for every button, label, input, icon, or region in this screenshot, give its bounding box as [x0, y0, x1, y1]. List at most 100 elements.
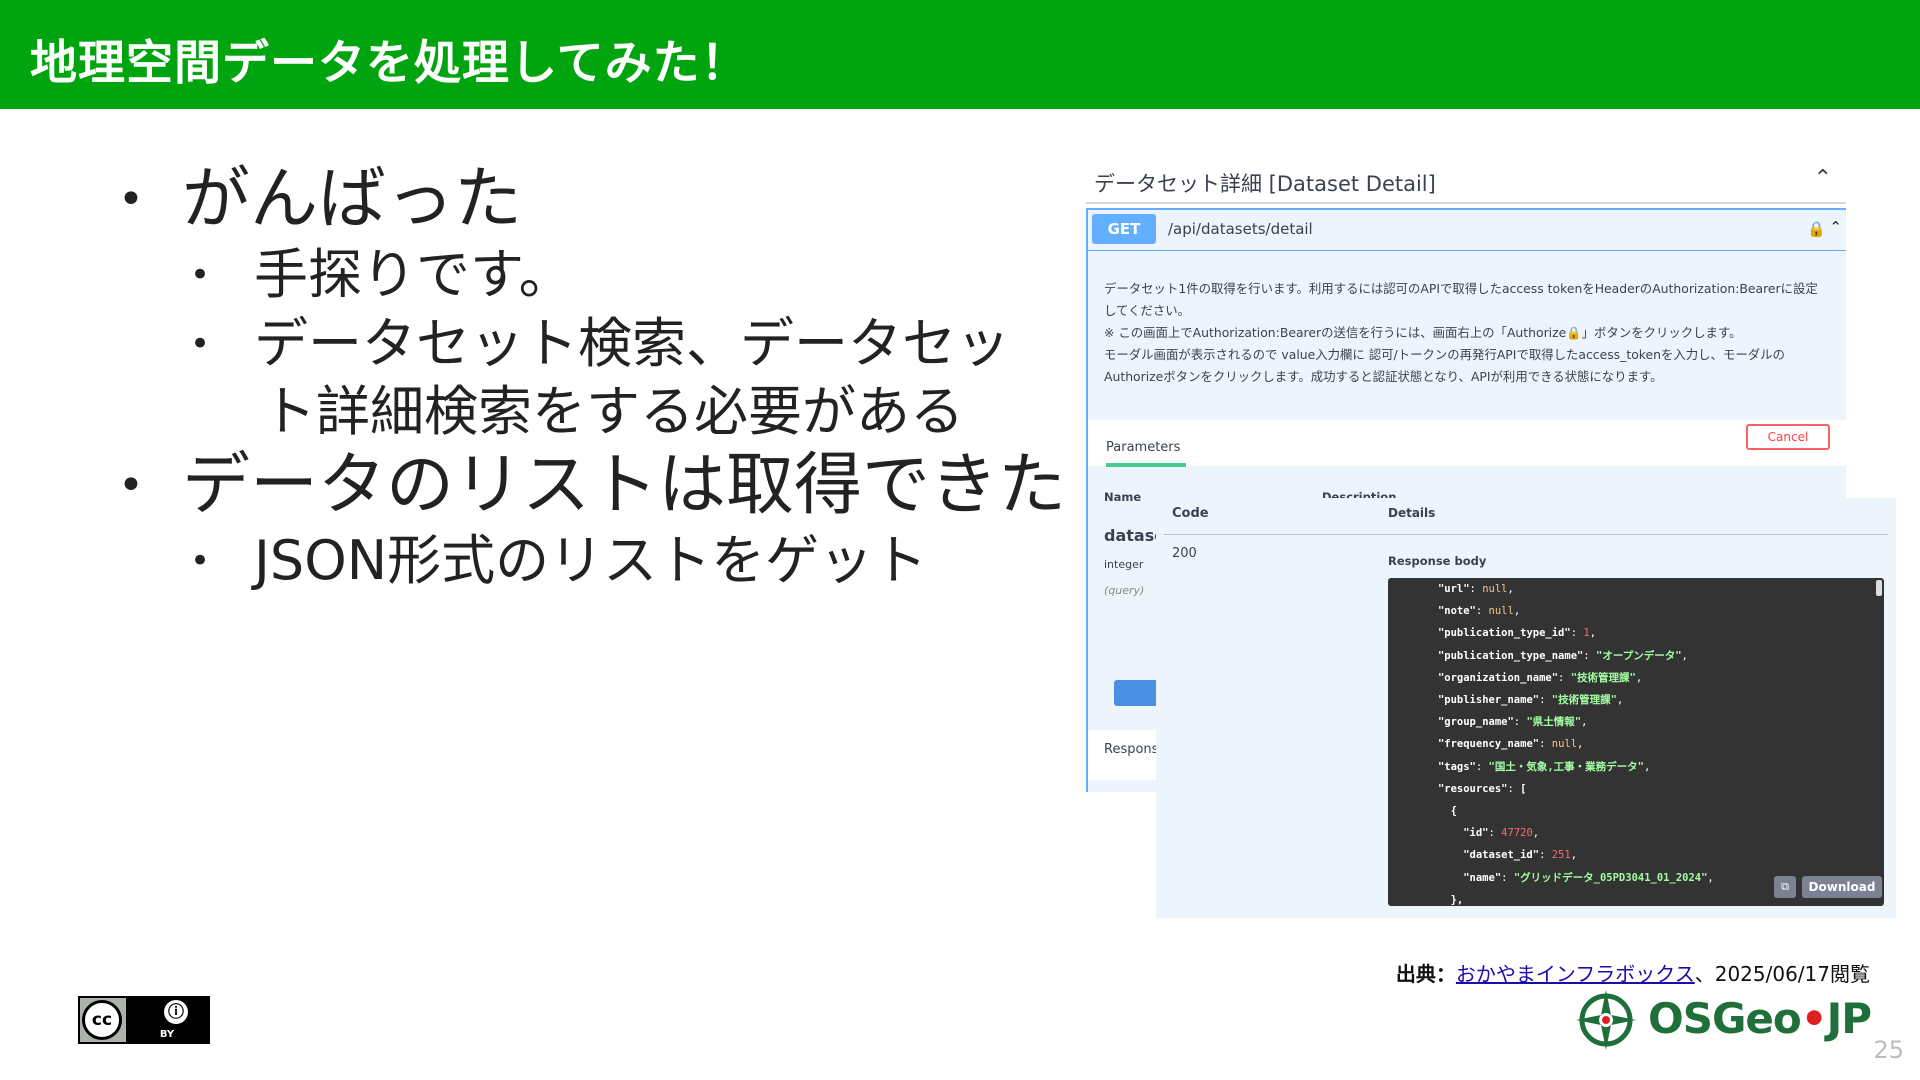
cancel-button[interactable]: Cancel: [1746, 424, 1830, 450]
section-title: データセット詳細 [Dataset Detail]: [1094, 172, 1436, 196]
slide-title: 地理空間データを処理してみた！: [30, 36, 749, 91]
code-line: "publisher_name": "技術管理課",: [1388, 689, 1884, 711]
code-line: "publication_type_id": 1,: [1388, 622, 1884, 644]
code-lines: "url": null, "note": null, "publication_…: [1388, 578, 1884, 906]
code-value: "グリッドデータ_05PD3041_01_2024": [1513, 871, 1708, 884]
responses-label: Respons: [1104, 742, 1159, 757]
download-button[interactable]: Download: [1802, 876, 1882, 898]
code-line: "group_name": "県土情報",: [1388, 711, 1884, 733]
logo-dot: •: [1800, 994, 1828, 1043]
source-citation: 出典：おかやまインフラボックス、2025/06/17閲覧: [1396, 958, 1870, 987]
response-panel: Code Details 200 Response body "url": nu…: [1156, 498, 1896, 918]
parameter-type: integer: [1104, 558, 1144, 571]
source-date: 、2025/06/17閲覧: [1694, 962, 1870, 986]
description-line: してください。: [1104, 303, 1190, 318]
code-value: "国土・気象,工事・業務データ": [1488, 760, 1644, 773]
chevron-up-icon[interactable]: ⌃: [1814, 166, 1832, 191]
bullet-item: がんばった: [110, 160, 1060, 240]
lock-icon[interactable]: 🔒: [1807, 220, 1826, 238]
code-key: "tags": [1437, 760, 1476, 773]
code-line: "dataset_id": 251,: [1388, 844, 1884, 866]
code-key: "name": [1463, 871, 1502, 884]
bullet-item: データのリストは取得できた: [110, 446, 1066, 526]
by-panel: ⓘ BY: [126, 998, 208, 1042]
code-key: "publisher_name": [1437, 694, 1540, 707]
tab-parameters[interactable]: Parameters: [1106, 440, 1186, 467]
sub-bullet-text: データセット検索、データセッ: [254, 312, 1010, 375]
code-key: "id": [1463, 827, 1489, 840]
code-line: "resources": [: [1388, 778, 1884, 800]
by-label: BY: [159, 1029, 175, 1040]
code-value: "技術管理課": [1570, 671, 1636, 684]
swagger-section-header[interactable]: データセット詳細 [Dataset Detail] ⌃: [1086, 160, 1846, 204]
code-value: {: [1450, 805, 1457, 818]
parameter-location: (query): [1104, 584, 1145, 597]
compass-icon: [1576, 990, 1636, 1050]
logo-text: OSGeo•JP: [1648, 994, 1872, 1043]
response-body-label: Response body: [1388, 554, 1487, 568]
cc-by-license-icon: cc ⓘ BY: [78, 996, 210, 1044]
code-value: [: [1520, 782, 1527, 795]
operation-summary[interactable]: GET /api/datasets/detail 🔒 ⌃: [1088, 210, 1846, 251]
column-header-name: Name: [1104, 490, 1142, 504]
scrollbar[interactable]: [1876, 580, 1882, 596]
slide-header: 地理空間データを処理してみた！: [0, 0, 1920, 109]
code-line: "note": null,: [1388, 600, 1884, 622]
code-key: "publication_type_id": [1437, 627, 1571, 640]
description-line: ※ この画面上でAuthorization:Bearerの送信を行うには、画面右…: [1104, 325, 1742, 340]
http-method-badge: GET: [1092, 214, 1156, 244]
code-key: "organization_name": [1437, 671, 1559, 684]
code-line: "tags": "国土・気象,工事・業務データ",: [1388, 756, 1884, 778]
parameters-bar: Parameters: [1088, 420, 1846, 467]
code-key: "group_name": [1437, 716, 1514, 729]
code-key: "url": [1437, 583, 1470, 595]
sub-bullet-item: データセット検索、データセッ ト詳細検索をする必要がある: [110, 310, 1060, 446]
code-line: "url": null,: [1388, 578, 1884, 600]
code-value: "県土情報": [1526, 716, 1582, 729]
cc-icon: cc: [82, 1000, 122, 1040]
code-value: 1: [1583, 627, 1590, 640]
description-line: Authorizeボタンをクリックします。成功すると認証状態となり、APIが利用…: [1104, 369, 1663, 384]
code-key: "resources": [1437, 782, 1508, 795]
column-header-code: Code: [1172, 506, 1209, 521]
source-label: 出典：: [1395, 962, 1456, 986]
code-value: "オープンデータ": [1596, 649, 1682, 662]
code-value: 47720: [1501, 827, 1533, 840]
code-key: "dataset_id": [1463, 849, 1540, 862]
source-link[interactable]: おかやまインフラボックス: [1456, 962, 1695, 986]
sub-bullet-item: 手探りです。: [110, 240, 1060, 310]
sub-bullet-text: ト詳細検索をする必要がある: [262, 380, 964, 443]
code-key: "publication_type_name": [1437, 649, 1584, 662]
divider: [1164, 534, 1888, 535]
person-icon: ⓘ: [164, 1000, 188, 1024]
code-line: "organization_name": "技術管理課",: [1388, 667, 1884, 689]
copy-icon[interactable]: ⧉: [1774, 876, 1796, 898]
description-line: モーダル画面が表示されるので value入力欄に 認可/トークンの再発行APIで…: [1104, 347, 1785, 362]
code-value: null: [1488, 605, 1514, 618]
page-number: 25: [1873, 1036, 1904, 1064]
description-line: データセット1件の取得を行います。利用するには認可のAPIで取得したaccess…: [1104, 281, 1818, 296]
osgeo-jp-logo: OSGeo•JP: [1574, 988, 1872, 1054]
response-status-code: 200: [1172, 546, 1197, 561]
code-key: "frequency_name": [1437, 738, 1540, 751]
code-value: },: [1450, 893, 1464, 906]
code-value: null: [1551, 738, 1578, 751]
response-body-code[interactable]: "url": null, "note": null, "publication_…: [1388, 578, 1884, 906]
operation-description: データセット1件の取得を行います。利用するには認可のAPIで取得したaccess…: [1104, 278, 1834, 388]
logo-text-osgeo: OSGeo: [1648, 994, 1802, 1043]
chevron-up-icon[interactable]: ⌃: [1829, 218, 1842, 236]
code-value: "技術管理課": [1551, 694, 1617, 707]
